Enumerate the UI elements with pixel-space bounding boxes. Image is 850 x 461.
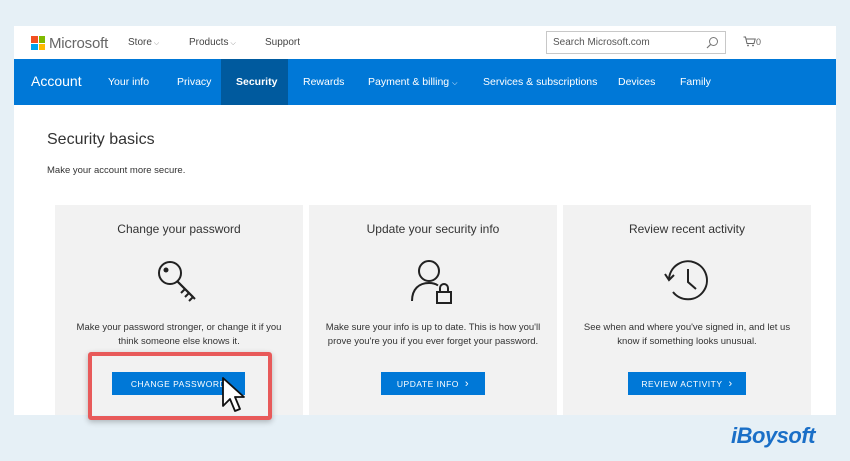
cart-count: 0	[756, 37, 762, 47]
history-clock-icon	[664, 260, 708, 301]
button-label: UPDATE INFO	[396, 378, 459, 389]
search-input[interactable]	[553, 35, 698, 50]
products-label: Products	[189, 37, 229, 48]
cart-icon	[743, 36, 756, 47]
watermark-logo: iBoysoft	[731, 423, 816, 448]
button-label: REVIEW ACTIVITY	[641, 378, 723, 389]
chevron-right-icon: ›	[728, 377, 733, 390]
search-icon[interactable]	[706, 36, 719, 49]
top-bar: Microsoft Store⌵ Products⌵ Support 0	[14, 26, 836, 59]
chevron-right-icon: ›	[464, 377, 470, 390]
store-menu[interactable]: Store ⌵	[128, 37, 159, 48]
payment-billing-label: Payment & billing	[368, 76, 450, 88]
key-icon	[158, 261, 196, 302]
page-subtitle: Make your account more secure.	[47, 165, 186, 176]
nav-item-family[interactable]: Family	[680, 76, 711, 88]
cart-button[interactable]: 0	[743, 36, 761, 47]
store-label: Store	[128, 37, 152, 48]
nav-item-rewards[interactable]: Rewards	[303, 76, 344, 88]
card-description: Make your password stronger, or change i…	[76, 322, 282, 347]
user-lock-icon	[411, 260, 452, 304]
account-nav: Account Your info Privacy Security Rewar…	[14, 59, 836, 105]
card-title: Update your security info	[366, 222, 500, 236]
chevron-down-icon: ⌵	[230, 40, 236, 47]
mouse-pointer-icon	[222, 377, 245, 412]
card-title: Review recent activity	[628, 222, 746, 236]
update-security-info-card: Update your security info Make sure your…	[309, 205, 557, 415]
nav-item-services-subscriptions[interactable]: Services & subscriptions	[483, 76, 597, 88]
card-title: Change your password	[117, 222, 241, 236]
support-link[interactable]: Support	[265, 37, 300, 48]
review-activity-card: Review recent activity See when and wher…	[563, 205, 811, 415]
update-info-button[interactable]: UPDATE INFO ›	[381, 372, 485, 395]
products-menu[interactable]: Products ⌵	[189, 37, 236, 48]
page-title: Security basics	[47, 131, 155, 148]
nav-item-privacy[interactable]: Privacy	[177, 76, 211, 88]
brand-name[interactable]: Microsoft	[49, 35, 108, 52]
microsoft-logo-icon[interactable]	[31, 36, 45, 50]
card-description: Make sure your info is up to date. This …	[325, 322, 541, 347]
nav-item-payment-billing[interactable]: Payment & billing ⌵	[368, 76, 457, 88]
nav-title[interactable]: Account	[31, 73, 82, 89]
card-description: See when and where you've signed in, and…	[583, 322, 791, 347]
review-activity-button[interactable]: REVIEW ACTIVITY ›	[628, 372, 746, 395]
nav-item-your-info[interactable]: Your info	[108, 76, 149, 88]
search-box[interactable]	[546, 31, 726, 54]
nav-item-devices[interactable]: Devices	[618, 76, 655, 88]
chevron-down-icon: ⌵	[153, 40, 160, 47]
chevron-down-icon: ⌵	[452, 80, 458, 87]
nav-item-security[interactable]: Security	[236, 76, 277, 88]
